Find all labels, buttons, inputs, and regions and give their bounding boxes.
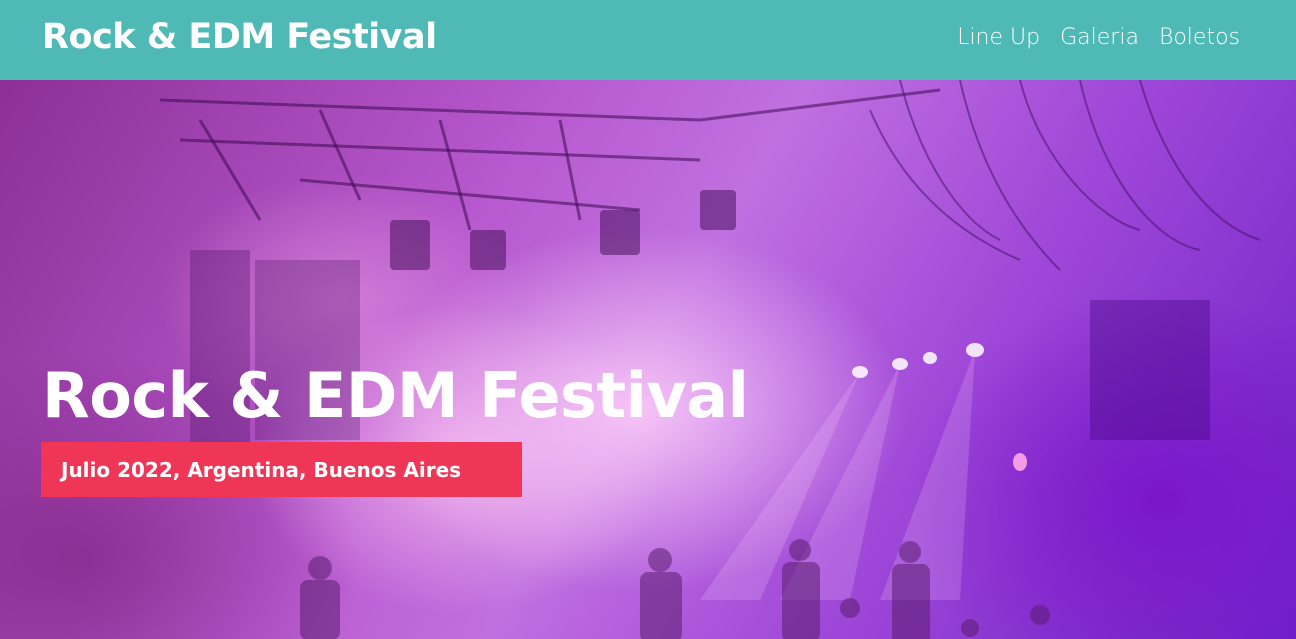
nav-link-galeria[interactable]: Galeria (1060, 25, 1139, 50)
nav-link-line-up[interactable]: Line Up (957, 25, 1040, 50)
page: Rock & EDM Festival Line Up Galeria Bole… (0, 0, 1296, 639)
site-logo-text[interactable]: Rock & EDM Festival (42, 17, 437, 57)
hero-banner: Rock & EDM Festival Julio 2022, Argentin… (0, 80, 1296, 639)
event-date-badge: Julio 2022, Argentina, Buenos Aires (41, 442, 522, 497)
hero-title: Rock & EDM Festival (42, 359, 749, 432)
main-nav: Line Up Galeria Boletos (957, 25, 1240, 50)
nav-link-boletos[interactable]: Boletos (1159, 25, 1240, 50)
site-header: Rock & EDM Festival Line Up Galeria Bole… (0, 0, 1296, 80)
